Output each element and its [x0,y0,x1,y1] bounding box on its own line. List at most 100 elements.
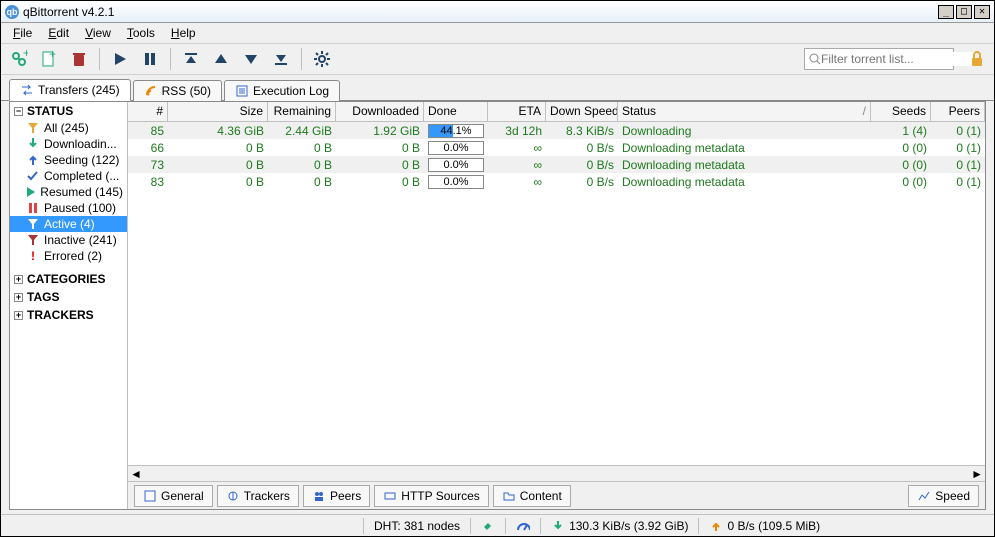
close-button[interactable]: ✕ [974,5,990,19]
col-status[interactable]: Status/ [618,102,871,121]
cell-eta: ∞ [488,141,546,155]
cell-size: 0 B [168,141,268,155]
upload-icon [26,153,40,167]
scroll-right-icon[interactable]: ► [971,467,983,481]
app-window: qb qBittorrent v4.2.1 _ □ ✕ File Edit Vi… [0,0,995,537]
add-link-button[interactable]: + [7,47,31,71]
svg-text:+: + [49,50,56,61]
sidebar-categories-header[interactable]: +CATEGORIES [10,270,127,288]
toolbar-separator [301,48,302,70]
col-downspeed[interactable]: Down Speed [546,102,618,121]
tab-execlog-label: Execution Log [253,84,329,98]
download-icon [26,137,40,151]
sidebar-item-downloading[interactable]: Downloadin... [10,136,127,152]
cell-num: 66 [128,141,168,155]
col-seeds[interactable]: Seeds [871,102,931,121]
up-arrow-icon [709,519,723,533]
detail-tab-trackers[interactable]: Trackers [217,485,299,507]
delete-button[interactable] [67,47,91,71]
lock-button[interactable] [966,48,988,70]
sidebar-item-seeding[interactable]: Seeding (122) [10,152,127,168]
cell-done: 0.0% [424,158,488,172]
svg-text:+: + [23,50,28,60]
menu-tools[interactable]: Tools [121,24,161,42]
cell-size: 4.36 GiB [168,124,268,138]
cell-status: Downloading metadata [618,175,871,189]
cell-size: 0 B [168,175,268,189]
folder-icon [502,489,516,503]
cell-num: 85 [128,124,168,138]
detail-tab-content[interactable]: Content [493,485,571,507]
sidebar-item-errored[interactable]: !Errored (2) [10,248,127,264]
table-row[interactable]: 660 B0 B0 B0.0%∞0 B/sDownloading metadat… [128,139,985,156]
search-input[interactable] [821,52,976,66]
move-top-button[interactable] [179,47,203,71]
pause-button[interactable] [138,47,162,71]
maximize-button[interactable]: □ [956,5,972,19]
settings-button[interactable] [310,47,334,71]
status-down[interactable]: 130.3 KiB/s (3.92 GiB) [543,519,696,533]
cell-downspeed: 0 B/s [546,158,618,172]
status-up[interactable]: 0 B/s (109.5 MiB) [701,519,828,533]
table-row[interactable]: 830 B0 B0 B0.0%∞0 B/sDownloading metadat… [128,173,985,190]
cell-num: 83 [128,175,168,189]
sidebar-item-resumed[interactable]: Resumed (145) [10,184,127,200]
sidebar-item-inactive[interactable]: Inactive (241) [10,232,127,248]
col-done[interactable]: Done [424,102,488,121]
menu-help[interactable]: Help [165,24,202,42]
tab-rss[interactable]: RSS (50) [133,80,222,101]
scroll-left-icon[interactable]: ◄ [130,467,142,481]
cell-status: Downloading metadata [618,141,871,155]
horizontal-scrollbar[interactable]: ◄ ► [128,465,985,481]
tab-execlog[interactable]: Execution Log [224,80,340,101]
table-row[interactable]: 730 B0 B0 B0.0%∞0 B/sDownloading metadat… [128,156,985,173]
sidebar-status-header[interactable]: −STATUS [10,102,127,120]
minimize-button[interactable]: _ [938,5,954,19]
status-connection[interactable] [473,519,503,533]
torrent-list[interactable]: 854.36 GiB2.44 GiB1.92 GiB44.1%3d 12h8.3… [128,122,985,465]
window-title: qBittorrent v4.2.1 [23,5,936,19]
move-bottom-button[interactable] [269,47,293,71]
col-peers[interactable]: Peers [931,102,985,121]
sidebar: −STATUS All (245) Downloadin... Seeding … [10,102,128,509]
status-speedlimit[interactable] [508,519,538,533]
toolbar-separator [99,48,100,70]
add-file-button[interactable]: + [37,47,61,71]
detail-tab-general[interactable]: General [134,485,213,507]
sidebar-tags-header[interactable]: +TAGS [10,288,127,306]
sidebar-item-completed[interactable]: Completed (... [10,168,127,184]
filter-icon [26,233,40,247]
menu-edit[interactable]: Edit [42,24,75,42]
pause-icon [26,201,40,215]
detail-tab-http[interactable]: HTTP Sources [374,485,488,507]
col-num[interactable]: # [128,102,168,121]
search-box[interactable] [804,48,954,70]
sidebar-trackers-header[interactable]: +TRACKERS [10,306,127,324]
col-remaining[interactable]: Remaining [268,102,336,121]
http-icon [383,489,397,503]
col-downloaded[interactable]: Downloaded [336,102,424,121]
sidebar-item-paused[interactable]: Paused (100) [10,200,127,216]
chart-icon [917,489,931,503]
sidebar-item-active[interactable]: Active (4) [10,216,127,232]
col-size[interactable]: Size [168,102,268,121]
detail-tab-speed[interactable]: Speed [908,485,979,507]
status-dht[interactable]: DHT: 381 nodes [366,519,468,533]
menu-view[interactable]: View [79,24,117,42]
cell-downspeed: 0 B/s [546,141,618,155]
cell-eta: ∞ [488,158,546,172]
resume-button[interactable] [108,47,132,71]
expand-icon: + [14,293,23,302]
toolbar-separator [170,48,171,70]
move-down-button[interactable] [239,47,263,71]
col-eta[interactable]: ETA [488,102,546,121]
error-icon: ! [26,249,40,263]
collapse-icon: − [14,107,23,116]
sidebar-item-all[interactable]: All (245) [10,120,127,136]
move-up-button[interactable] [209,47,233,71]
menu-file[interactable]: File [7,24,38,42]
cell-eta: 3d 12h [488,124,546,138]
table-row[interactable]: 854.36 GiB2.44 GiB1.92 GiB44.1%3d 12h8.3… [128,122,985,139]
tab-transfers[interactable]: Transfers (245) [9,79,131,101]
detail-tab-peers[interactable]: Peers [303,485,370,507]
